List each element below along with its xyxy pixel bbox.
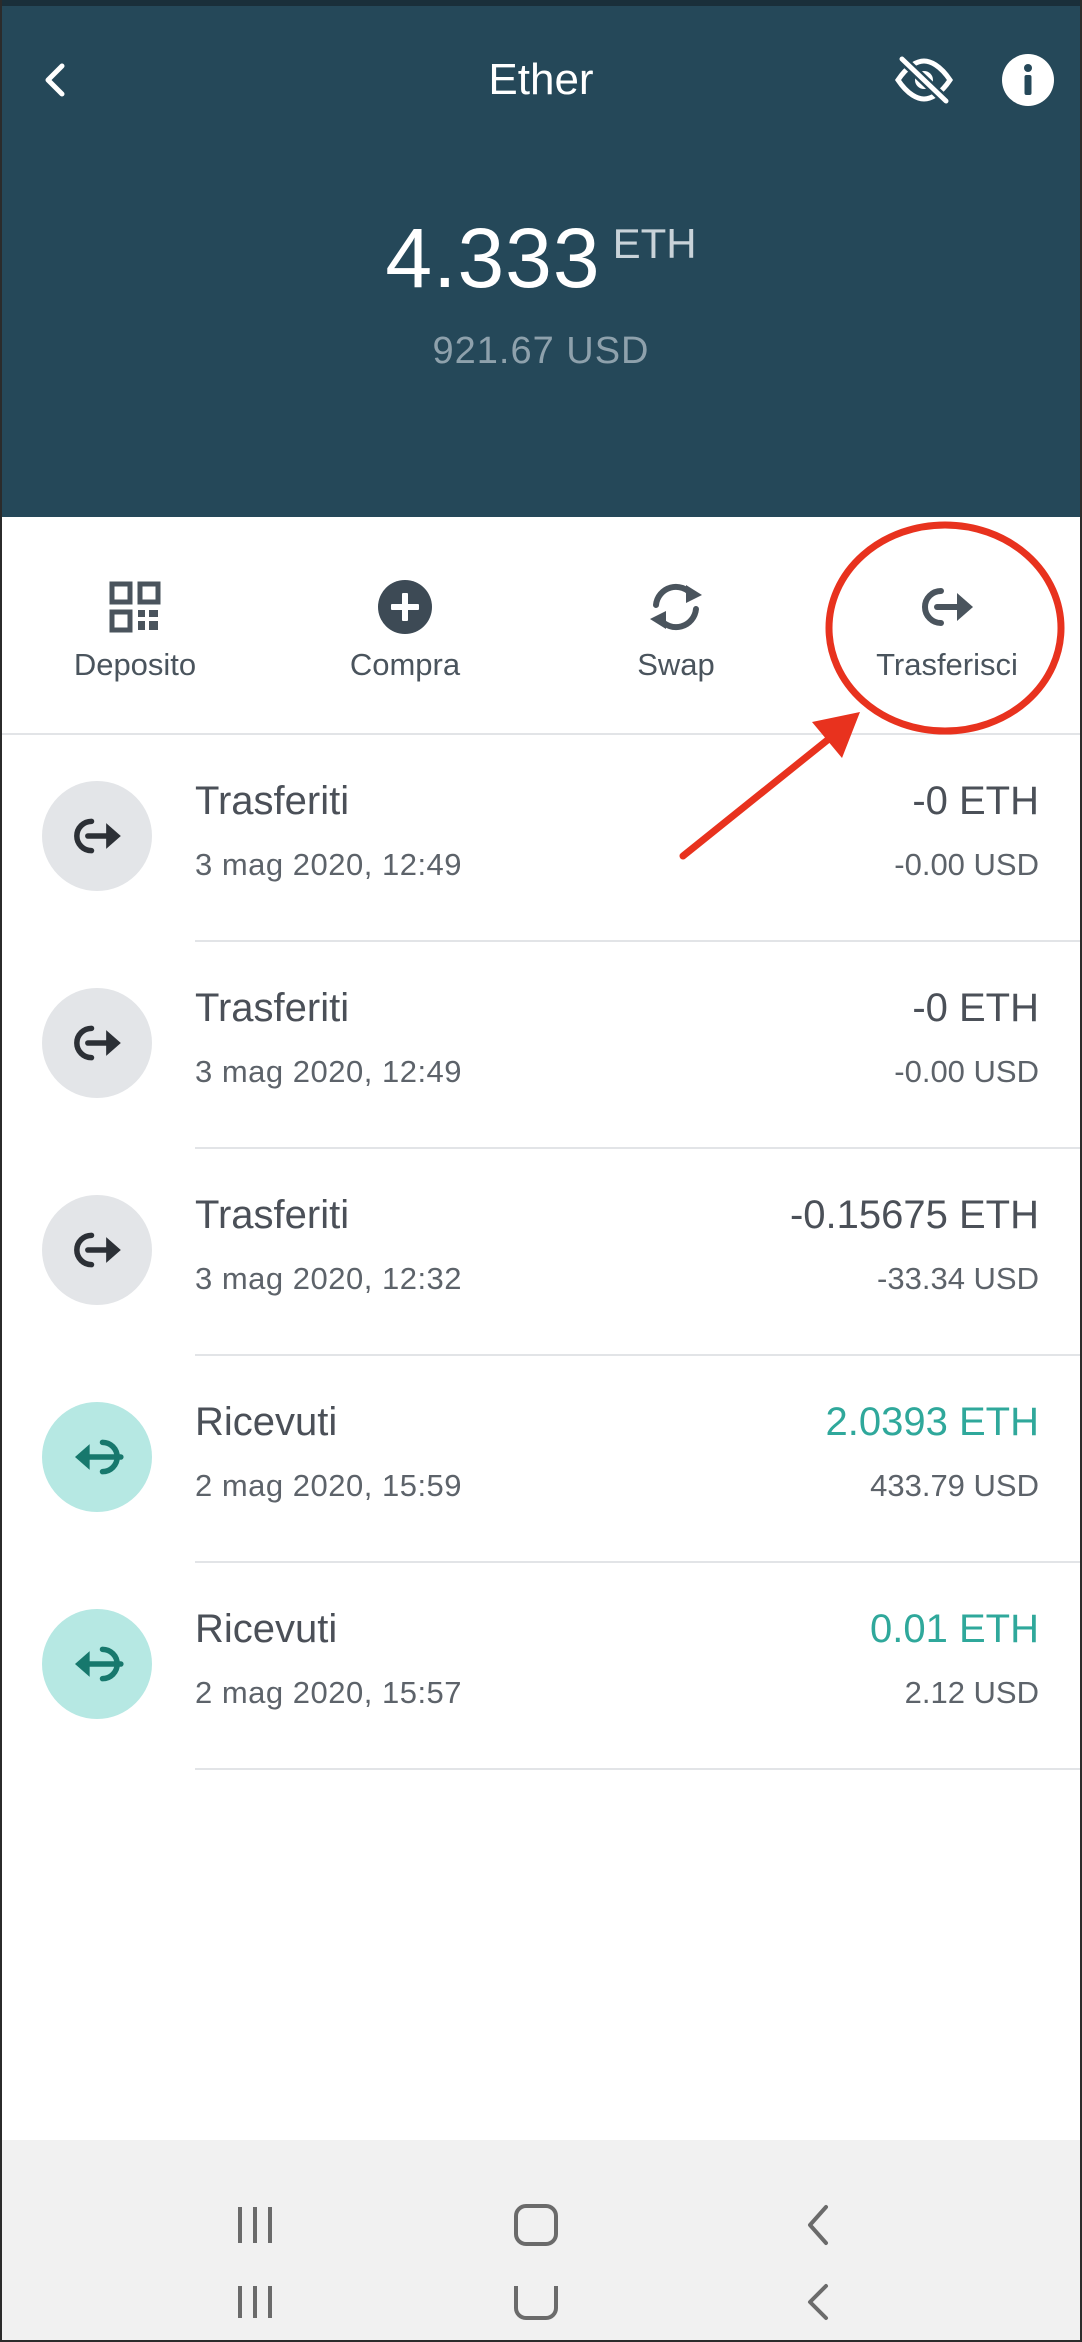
receive-in-icon bbox=[75, 1646, 124, 1682]
balance-unit: ETH bbox=[612, 220, 697, 267]
deposit-button[interactable]: Deposito bbox=[0, 517, 270, 733]
transaction-date: 2 mag 2020, 15:59 bbox=[195, 1468, 463, 1503]
transaction-icon-circle bbox=[42, 1195, 152, 1305]
transaction-icon-circle bbox=[42, 988, 152, 1098]
swap-label: Swap bbox=[637, 647, 715, 682]
swap-arrows-icon bbox=[650, 583, 702, 631]
recent-apps-icon bbox=[238, 2207, 272, 2243]
transaction-date: 3 mag 2020, 12:49 bbox=[195, 847, 463, 882]
nav-back-button[interactable] bbox=[772, 2185, 862, 2265]
transaction-fiat: -33.34 USD bbox=[877, 1261, 1039, 1296]
transaction-icon-circle bbox=[42, 1609, 152, 1719]
receive-in-icon bbox=[75, 1439, 124, 1475]
eye-hidden-icon bbox=[894, 55, 954, 105]
recent-apps-button-ghost bbox=[210, 2262, 300, 2342]
transaction-amount: -0.15675 ETH bbox=[789, 1193, 1039, 1237]
transaction-amount: 2.0393 ETH bbox=[825, 1400, 1039, 1444]
deposit-label: Deposito bbox=[73, 647, 197, 682]
back-icon bbox=[808, 2205, 828, 2245]
system-nav-bar bbox=[0, 2140, 1082, 2342]
buy-label: Compra bbox=[349, 647, 461, 682]
transaction-date: 3 mag 2020, 12:49 bbox=[195, 1054, 463, 1089]
transaction-row[interactable]: Ricevuti 2 mag 2020, 15:59 2.0393 ETH 43… bbox=[0, 1356, 1082, 1563]
plus-circle-icon bbox=[378, 580, 432, 634]
home-button-ghost bbox=[491, 2262, 581, 2342]
transaction-type: Trasferiti bbox=[195, 986, 350, 1030]
transaction-row[interactable]: Trasferiti 3 mag 2020, 12:32 -0.15675 ET… bbox=[0, 1149, 1082, 1356]
balance-fiat: 921.67 USD bbox=[432, 330, 650, 372]
transaction-date: 2 mag 2020, 15:57 bbox=[195, 1675, 463, 1710]
home-icon bbox=[514, 2286, 558, 2320]
transfer-label: Trasferisci bbox=[876, 647, 1018, 682]
transaction-row[interactable]: Ricevuti 2 mag 2020, 15:57 0.01 ETH 2.12… bbox=[0, 1563, 1082, 1770]
transaction-amount: -0 ETH bbox=[912, 779, 1039, 823]
screen-frame-left bbox=[0, 0, 2, 2342]
nav-back-button-ghost bbox=[772, 2262, 862, 2342]
transaction-fiat: 433.79 USD bbox=[870, 1468, 1039, 1503]
transaction-amount: 0.01 ETH bbox=[870, 1607, 1039, 1651]
recent-apps-button[interactable] bbox=[210, 2185, 300, 2265]
transaction-type: Ricevuti bbox=[195, 1400, 338, 1444]
transaction-date: 3 mag 2020, 12:32 bbox=[195, 1261, 463, 1296]
home-button[interactable] bbox=[491, 2185, 581, 2265]
balance-amount: 4.333 bbox=[385, 211, 601, 305]
transaction-type: Trasferiti bbox=[195, 1193, 350, 1237]
transaction-fiat: -0.00 USD bbox=[894, 847, 1039, 882]
transaction-icon-circle bbox=[42, 1402, 152, 1512]
transaction-amount: -0 ETH bbox=[912, 986, 1039, 1030]
transfer-out-icon bbox=[74, 1232, 121, 1268]
transaction-row[interactable]: Trasferiti 3 mag 2020, 12:49 -0 ETH -0.0… bbox=[0, 735, 1082, 942]
recent-apps-icon bbox=[238, 2286, 272, 2318]
status-bar-strip bbox=[0, 0, 1082, 6]
divider bbox=[195, 1768, 1082, 1770]
home-icon bbox=[514, 2204, 558, 2246]
back-icon bbox=[808, 2284, 828, 2320]
asset-header: Ether 4.333 ETH 921.67 USD bbox=[0, 0, 1082, 517]
transaction-type: Trasferiti bbox=[195, 779, 350, 823]
transfer-button[interactable]: Trasferisci bbox=[812, 517, 1082, 733]
info-icon bbox=[1002, 54, 1054, 106]
transfer-out-icon bbox=[922, 588, 973, 626]
qr-code-icon bbox=[109, 581, 161, 633]
transaction-type: Ricevuti bbox=[195, 1607, 338, 1651]
transaction-fiat: -0.00 USD bbox=[894, 1054, 1039, 1089]
buy-button[interactable]: Compra bbox=[270, 517, 540, 733]
transfer-out-icon bbox=[74, 818, 121, 854]
swap-button[interactable]: Swap bbox=[541, 517, 811, 733]
hide-balance-button[interactable] bbox=[890, 48, 958, 112]
action-bar: Deposito Compra Swap Trasferisci bbox=[0, 517, 1082, 735]
transaction-row[interactable]: Trasferiti 3 mag 2020, 12:49 -0 ETH -0.0… bbox=[0, 942, 1082, 1149]
transaction-fiat: 2.12 USD bbox=[904, 1675, 1039, 1710]
balance-display: 4.333 ETH bbox=[0, 210, 1082, 307]
info-button[interactable] bbox=[996, 48, 1060, 112]
transfer-out-icon bbox=[74, 1025, 121, 1061]
transaction-icon-circle bbox=[42, 781, 152, 891]
